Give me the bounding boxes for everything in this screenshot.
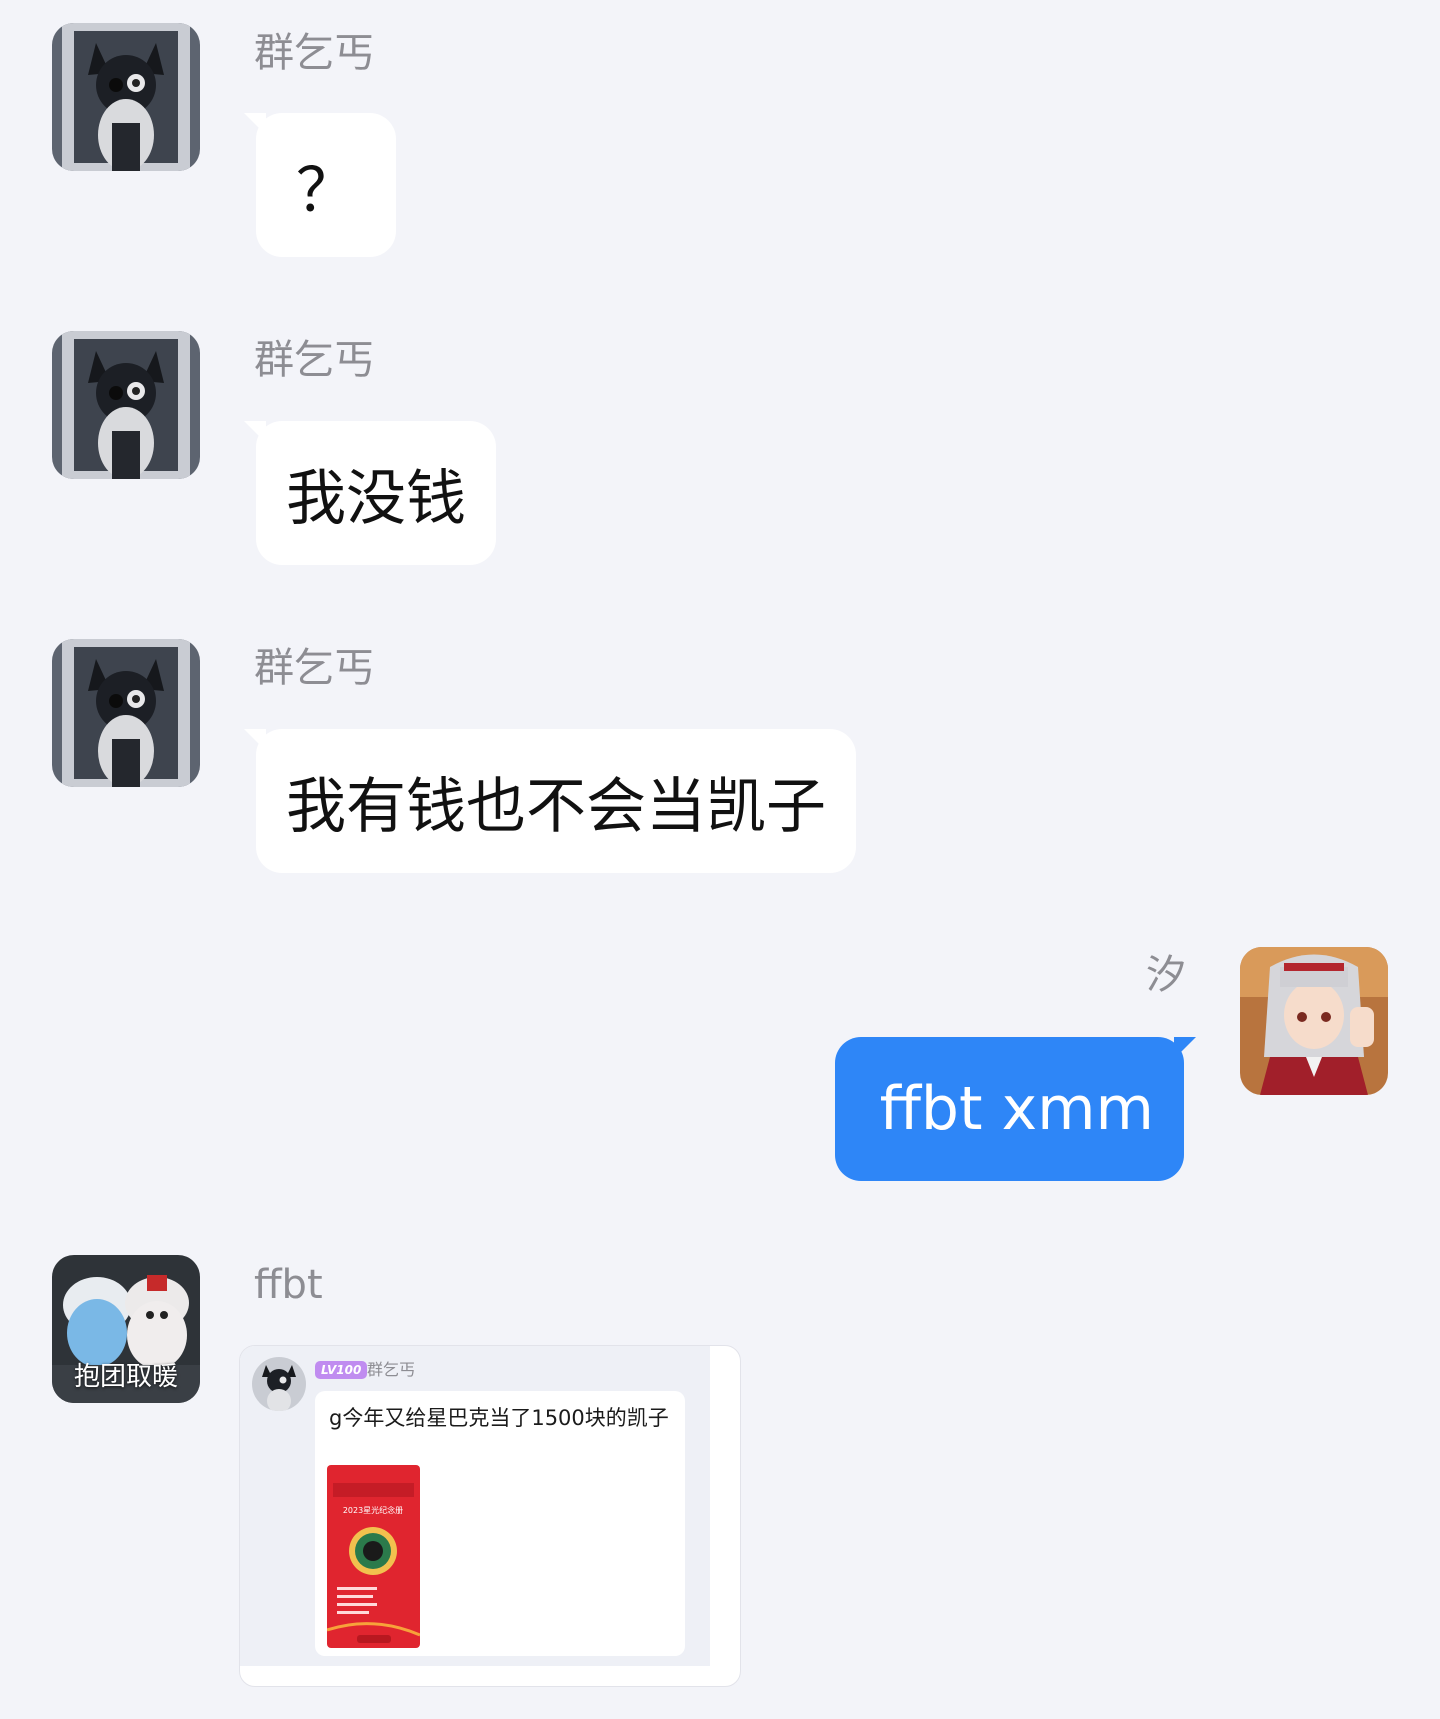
- starbucks-card-thumbnail: 2023星光纪念册: [327, 1465, 420, 1648]
- message-bubble[interactable]: ffbt xmm: [834, 1037, 1197, 1181]
- cat-eared-avatar-icon: [52, 331, 200, 479]
- cat-eared-avatar-icon: [52, 639, 200, 787]
- original-message-bubble: g今年又给星巴克当了1500块的凯子 2023星光纪念册: [315, 1391, 685, 1656]
- cat-eared-avatar-icon: [52, 23, 200, 171]
- sender-name: 群乞丐: [254, 337, 374, 383]
- avatar-icon[interactable]: [1240, 947, 1388, 1095]
- cat-eared-avatar-icon: [252, 1357, 306, 1411]
- message-bubble[interactable]: 我没钱: [244, 421, 496, 565]
- avatar-icon[interactable]: [52, 23, 200, 171]
- sender-name: ffbt: [254, 1262, 323, 1308]
- message-text: 我没钱: [286, 463, 466, 534]
- avatar-caption: 抱团取暖: [73, 1362, 178, 1392]
- original-message-text: g今年又给星巴克当了1500块的凯子: [329, 1406, 669, 1430]
- original-sender-name: 群乞丐: [367, 1360, 416, 1379]
- message-text: ffbt xmm: [879, 1074, 1154, 1144]
- level-badge: LV100: [315, 1361, 368, 1379]
- thumbnail-title: 2023星光纪念册: [343, 1505, 403, 1515]
- avatar-icon[interactable]: [52, 331, 200, 479]
- avatar-icon[interactable]: 抱团取暖: [52, 1255, 200, 1403]
- avatar-icon[interactable]: [52, 639, 200, 787]
- anime-girl-avatar-icon: [1240, 947, 1388, 1095]
- forwarded-message-card[interactable]: LV100 群乞丐 g今年又给星巴克当了1500块的凯子 2023星光纪念册: [239, 1345, 741, 1687]
- avatar-icon: [252, 1357, 306, 1411]
- message-bubble[interactable]: 我有钱也不会当凯子: [244, 729, 856, 873]
- message-bubble[interactable]: ？: [244, 113, 396, 257]
- forwarded-message-screenshot: LV100 群乞丐 g今年又给星巴克当了1500块的凯子 2023星光纪念册: [240, 1346, 710, 1666]
- sender-name: 群乞丐: [254, 645, 374, 691]
- sender-name: 汐: [1146, 952, 1186, 998]
- message-text: ？: [296, 155, 356, 226]
- message-text: 我有钱也不会当凯子: [286, 771, 826, 842]
- sender-name: 群乞丐: [254, 30, 374, 76]
